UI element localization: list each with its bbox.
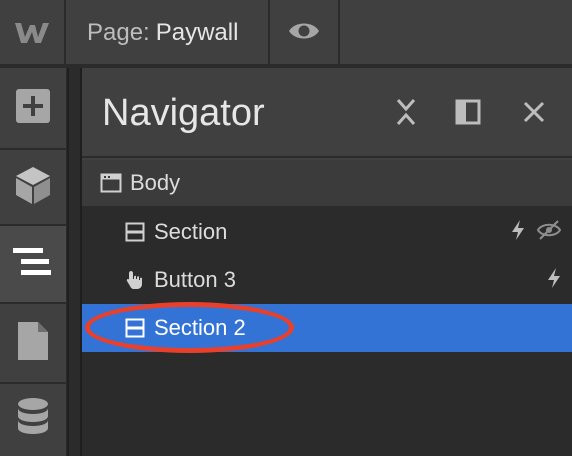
tree-row-label: Section 2: [154, 315, 246, 340]
top-bar: Page: Paywall: [0, 0, 572, 66]
tree-row-section[interactable]: Section: [82, 208, 572, 256]
cube-icon: [14, 165, 52, 210]
eye-icon: [287, 19, 321, 48]
tree-row-body[interactable]: Body: [82, 160, 572, 206]
hand-pointer-icon: [124, 269, 146, 291]
panel-title: Navigator: [102, 92, 265, 134]
row-actions: [510, 208, 562, 256]
navigator-panel: Navigator Body Section Button 3 Section …: [80, 68, 572, 456]
add-elements-button[interactable]: [0, 68, 66, 150]
cms-button[interactable]: [0, 384, 66, 456]
preview-button[interactable]: [270, 0, 338, 66]
page-name: Paywall: [155, 19, 239, 46]
tree-row-label: Section: [154, 219, 228, 244]
webflow-logo-icon[interactable]: [0, 0, 66, 66]
page-indicator[interactable]: Page: Paywall: [87, 19, 238, 47]
database-icon: [16, 396, 50, 445]
symbols-button[interactable]: [0, 150, 66, 226]
element-tree: Body Section Button 3 Section 2: [82, 160, 572, 456]
hidden-eye-icon[interactable]: [536, 219, 562, 246]
plus-icon: [15, 88, 51, 129]
dock-panel-button[interactable]: [450, 96, 486, 132]
page-prefix: Page:: [87, 19, 150, 46]
navigator-header: Navigator: [82, 68, 572, 158]
section-icon: [124, 221, 146, 243]
interaction-icon[interactable]: [546, 267, 562, 294]
left-toolbar: [0, 68, 66, 456]
section-icon: [124, 317, 146, 339]
topbar-divider: [338, 0, 340, 66]
pages-button[interactable]: [0, 304, 66, 384]
tree-row-label: Button 3: [154, 267, 236, 292]
tree-row-button-3[interactable]: Button 3: [82, 256, 572, 304]
tree-row-section-2[interactable]: Section 2: [82, 304, 572, 352]
close-icon: [522, 100, 546, 129]
collapse-icon: [395, 97, 417, 132]
panel-gutter: [66, 68, 80, 456]
collapse-all-button[interactable]: [388, 96, 424, 132]
interaction-icon[interactable]: [510, 219, 526, 246]
body-icon: [100, 172, 122, 194]
navigator-button[interactable]: [0, 226, 66, 304]
page-icon: [16, 320, 50, 367]
navigator-icon: [13, 246, 53, 283]
row-actions: [546, 256, 562, 304]
close-panel-button[interactable]: [516, 96, 552, 132]
dock-panel-icon: [455, 99, 481, 130]
tree-row-label: Body: [130, 170, 181, 195]
